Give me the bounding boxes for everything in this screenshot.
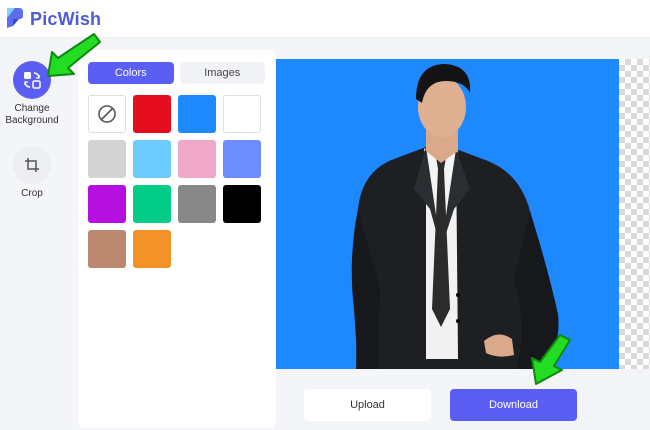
person-in-suit-illustration — [351, 64, 559, 369]
transparency-checkerboard — [619, 59, 650, 369]
color-swatch-green[interactable] — [133, 185, 171, 223]
canvas-area — [276, 39, 650, 430]
color-swatch-gray[interactable] — [178, 185, 216, 223]
tool-crop[interactable]: Crop — [0, 146, 64, 200]
color-swatch-blue[interactable] — [178, 95, 216, 133]
upload-button[interactable]: Upload — [304, 389, 431, 421]
color-swatch-black[interactable] — [223, 185, 261, 223]
tool-label-crop: Crop — [21, 188, 43, 199]
color-swatch-pink[interactable] — [178, 140, 216, 178]
annotation-arrow-icon — [47, 33, 101, 77]
change-background-icon — [24, 72, 41, 89]
color-swatch-brown[interactable] — [88, 230, 126, 268]
tab-images[interactable]: Images — [179, 62, 265, 84]
color-swatch-orange[interactable] — [133, 230, 171, 268]
preview-image — [276, 59, 619, 369]
background-options-panel: Colors Images — [78, 50, 276, 428]
color-swatch-red[interactable] — [133, 95, 171, 133]
picwish-logo-icon[interactable] — [5, 6, 25, 30]
annotation-arrow-icon — [531, 334, 571, 385]
color-swatch-purple[interactable] — [88, 185, 126, 223]
app-name[interactable]: PicWish — [30, 9, 101, 30]
tool-label-change-background: Change Background — [5, 103, 59, 126]
color-swatch-light-gray[interactable] — [88, 140, 126, 178]
color-swatch-grid — [88, 95, 261, 268]
color-swatch-periwinkle[interactable] — [223, 140, 261, 178]
sidebar: Change Background Crop — [0, 39, 64, 430]
panel-tabs: Colors Images — [88, 62, 265, 84]
color-swatch-none[interactable] — [88, 95, 126, 133]
download-button[interactable]: Download — [450, 389, 577, 421]
no-color-icon — [98, 105, 116, 123]
crop-icon — [25, 158, 39, 172]
color-swatch-sky-blue[interactable] — [133, 140, 171, 178]
color-swatch-white[interactable] — [223, 95, 261, 133]
crop-button[interactable] — [13, 146, 51, 184]
